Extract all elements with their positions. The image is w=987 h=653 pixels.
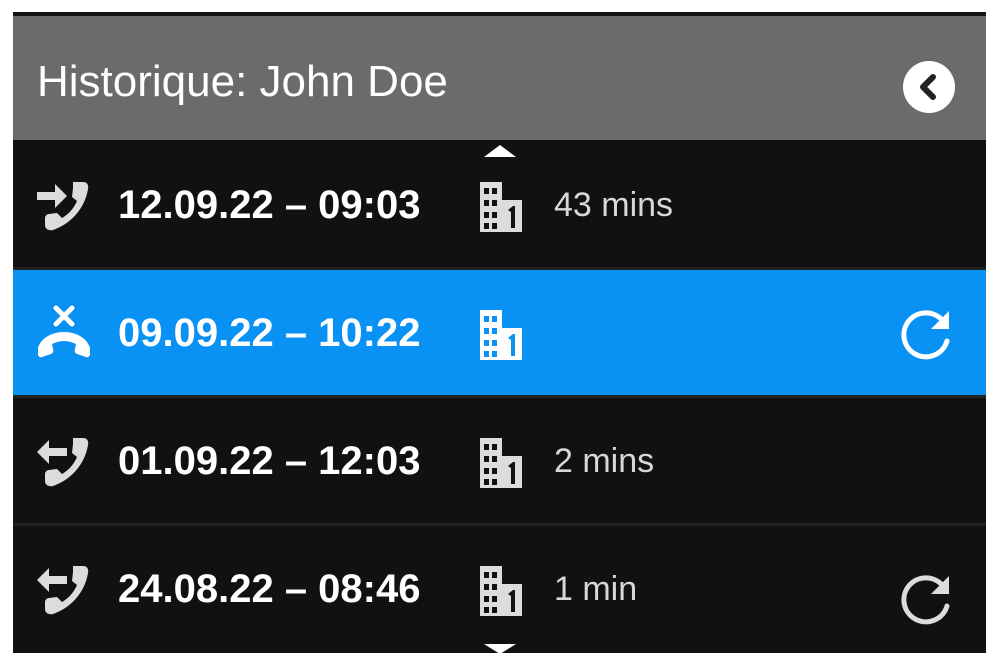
- outgoing-call-icon: [35, 432, 93, 490]
- forwarded-call-icon: [35, 176, 93, 234]
- call-datetime: 09.09.22 – 10:22: [118, 311, 421, 355]
- missed-call-icon: [35, 304, 93, 362]
- call-datetime: 12.09.22 – 09:03: [118, 183, 421, 227]
- redial-icon[interactable]: [897, 305, 957, 365]
- call-row[interactable]: 01.09.22 – 12:03 2 mins: [13, 398, 986, 523]
- page-title: Historique: John Doe: [37, 57, 448, 106]
- building-icon: [478, 564, 524, 618]
- chevron-left-icon: [920, 74, 936, 100]
- call-duration: 43 mins: [554, 186, 674, 224]
- call-row-selected[interactable]: 09.09.22 – 10:22: [13, 270, 986, 395]
- header-bar: Historique: John Doe: [13, 16, 986, 140]
- back-button[interactable]: [903, 61, 955, 113]
- call-duration: 1 min: [554, 570, 638, 608]
- building-icon: [478, 436, 524, 490]
- call-row[interactable]: 24.08.22 – 08:46 1 min: [13, 526, 986, 651]
- outgoing-call-icon: [35, 560, 93, 618]
- call-history-screen: Historique: John Doe 12.09.22 – 09:03 43…: [13, 12, 986, 653]
- scroll-down-arrow-icon[interactable]: [484, 644, 516, 653]
- scroll-up-arrow-icon[interactable]: [484, 145, 516, 157]
- call-datetime: 01.09.22 – 12:03: [118, 439, 421, 483]
- building-icon: [478, 180, 524, 234]
- redial-icon[interactable]: [897, 570, 957, 630]
- call-row[interactable]: 12.09.22 – 09:03 43 mins: [13, 142, 986, 267]
- call-datetime: 24.08.22 – 08:46: [118, 567, 421, 611]
- call-duration: 2 mins: [554, 442, 655, 480]
- building-icon: [478, 308, 524, 362]
